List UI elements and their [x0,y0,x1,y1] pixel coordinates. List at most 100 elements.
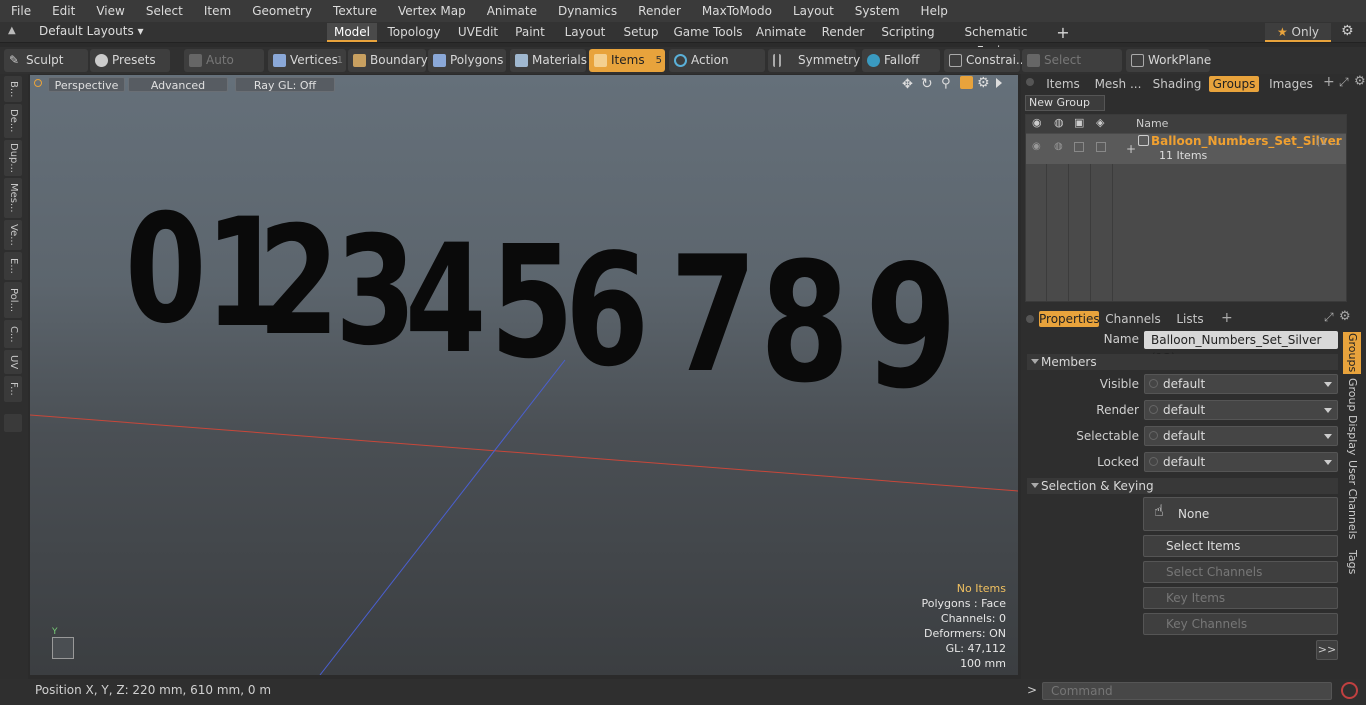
left-tab-vertex[interactable]: Ve... [4,220,22,250]
tab-topology[interactable]: Topology [383,23,445,42]
only-toggle[interactable]: ★ Only [1265,23,1331,42]
name-field[interactable]: Balloon_Numbers_Set_Silver (13) [1144,331,1338,365]
tab-lists[interactable]: Lists [1165,311,1215,327]
panel-menu-icon[interactable] [1026,78,1034,86]
menu-geometry[interactable]: Geometry [241,0,322,22]
select-icon[interactable]: ◈ [1096,116,1104,129]
menu-item[interactable]: Item [193,0,241,22]
select-through-button[interactable]: Select Through [1022,49,1122,90]
render-dropdown[interactable]: default [1144,400,1338,420]
left-tab-extra[interactable] [4,414,22,432]
selectable-dropdown[interactable]: default [1144,426,1338,446]
falloff-button[interactable]: Falloff [862,49,940,72]
balloon-digit-4[interactable]: 4 [405,225,486,375]
tab-images[interactable]: Images [1265,76,1317,92]
left-tab-deform[interactable]: De... [4,104,22,138]
tab-paint[interactable]: Paint [510,23,550,42]
tab-channels[interactable]: Channels [1105,311,1161,327]
balloon-digit-7[interactable]: 7 [670,234,757,395]
balloon-digit-9[interactable]: 9 [865,243,957,413]
props-menu-icon[interactable] [1026,315,1034,323]
eye-icon[interactable]: ◉ [1032,116,1042,129]
tab-setup[interactable]: Setup [618,23,664,42]
menu-maxtomodo[interactable]: MaxToModo [691,0,782,22]
tab-uvedit[interactable]: UVEdit [452,23,504,42]
side-tab-tags[interactable]: Tags [1343,546,1361,578]
3d-viewport[interactable]: Perspective Advanced Ray GL: Off ✥ ↻ ⚲ ⚙… [30,75,1018,675]
vertices-button[interactable]: Vertices 1 [268,49,346,72]
balloon-digit-5[interactable]: 5 [490,225,574,380]
row-eye-icon[interactable]: ◉ [1032,141,1041,152]
constraints-button[interactable]: Constrai... [944,49,1027,72]
presets-button[interactable]: Presets [90,49,170,72]
left-tab-edge[interactable]: E... [4,252,22,280]
selection-keying-section[interactable]: Selection & Keying [1027,478,1338,494]
side-tab-user-channels[interactable]: User Channels [1343,460,1361,540]
items-button[interactable]: Items 5 [589,49,665,72]
tab-properties[interactable]: Properties [1039,311,1100,327]
sculpt-button[interactable]: ✎ Sculpt [4,49,88,72]
add-tab-button[interactable]: + [1053,23,1073,42]
expand-plus-icon[interactable]: + [1126,142,1136,156]
select-items-button[interactable]: Select Items [1143,535,1338,557]
left-tab-uv[interactable]: UV [4,350,22,374]
menu-view[interactable]: View [85,0,134,22]
boundary-button[interactable]: Boundary [348,49,428,72]
left-tab-mesh-edit[interactable]: Mes... [4,178,22,218]
gear-icon[interactable]: ⚙ [1341,23,1354,39]
row-lock-checkbox[interactable] [1074,142,1084,152]
menu-help[interactable]: Help [910,0,958,22]
tab-render[interactable]: Render [818,23,868,42]
left-tab-fusion[interactable]: F... [4,376,22,402]
row-select-checkbox[interactable] [1096,142,1106,152]
tab-shading[interactable]: Shading [1149,76,1205,92]
left-tab-basic[interactable]: B... [4,76,22,102]
balloon-digit-0[interactable]: 0 [125,195,206,345]
menu-vertex-map[interactable]: Vertex Map [387,0,476,22]
symmetry-button[interactable]: Symmetry [768,49,860,72]
render-icon[interactable]: ◍ [1054,116,1064,129]
expand-panel-icon[interactable]: ⤢ [1339,75,1349,90]
none-button[interactable]: ☝ None [1143,497,1338,531]
workplane-button[interactable]: WorkPlane [1126,49,1211,72]
command-input[interactable] [1042,682,1332,700]
panel-gear-icon[interactable]: ⚙ [1354,74,1366,89]
row-render-icon[interactable]: ◍ [1054,141,1063,152]
left-tab-polygon[interactable]: Pol... [4,282,22,318]
new-group-button[interactable]: New Group [1025,95,1105,111]
lock-icon[interactable]: ▣ [1074,116,1084,129]
key-channels-button[interactable]: Key Channels [1143,613,1338,635]
menu-edit[interactable]: Edit [41,0,85,22]
tab-model[interactable]: Model [327,23,377,42]
tab-animate[interactable]: Animate [753,23,809,42]
menu-file[interactable]: File [0,0,41,22]
collapse-up-icon[interactable]: ▲ [8,25,16,36]
balloon-digit-8[interactable]: 8 [760,241,850,406]
tab-schematic-fusion[interactable]: Schematic Fusion [948,23,1044,58]
side-tab-groups[interactable]: Groups [1343,332,1361,374]
menu-dynamics[interactable]: Dynamics [547,0,627,22]
group-row[interactable]: ◉ ◍ + Balloon_Numbers_Set_Silver (1 ... … [1026,134,1346,164]
tab-scripting[interactable]: Scripting [878,23,938,42]
select-channels-button[interactable]: Select Channels [1143,561,1338,583]
menu-animate[interactable]: Animate [476,0,547,22]
menu-layout[interactable]: Layout [782,0,844,22]
menu-render[interactable]: Render [627,0,691,22]
left-tab-curve[interactable]: C... [4,320,22,348]
auto-select-button[interactable]: Auto Select [184,49,264,90]
balloon-digit-2[interactable]: 2 [258,207,339,357]
tab-items[interactable]: Items [1039,76,1087,92]
visible-dropdown[interactable]: default [1144,374,1338,394]
tab-layout[interactable]: Layout [560,23,610,42]
key-items-button[interactable]: Key Items [1143,587,1338,609]
layout-dropdown[interactable]: Default Layouts ▾ [39,24,144,38]
materials-button[interactable]: Materials [510,49,587,72]
left-tab-duplicate[interactable]: Dup... [4,140,22,176]
menu-system[interactable]: System [844,0,910,22]
menu-select[interactable]: Select [135,0,193,22]
add-panel-tab-icon[interactable]: + [1323,74,1335,90]
tab-groups[interactable]: Groups [1209,76,1259,92]
props-gear-icon[interactable]: ⚙ [1339,309,1351,324]
tab-game-tools[interactable]: Game Tools [673,23,743,42]
menu-texture[interactable]: Texture [322,0,387,22]
